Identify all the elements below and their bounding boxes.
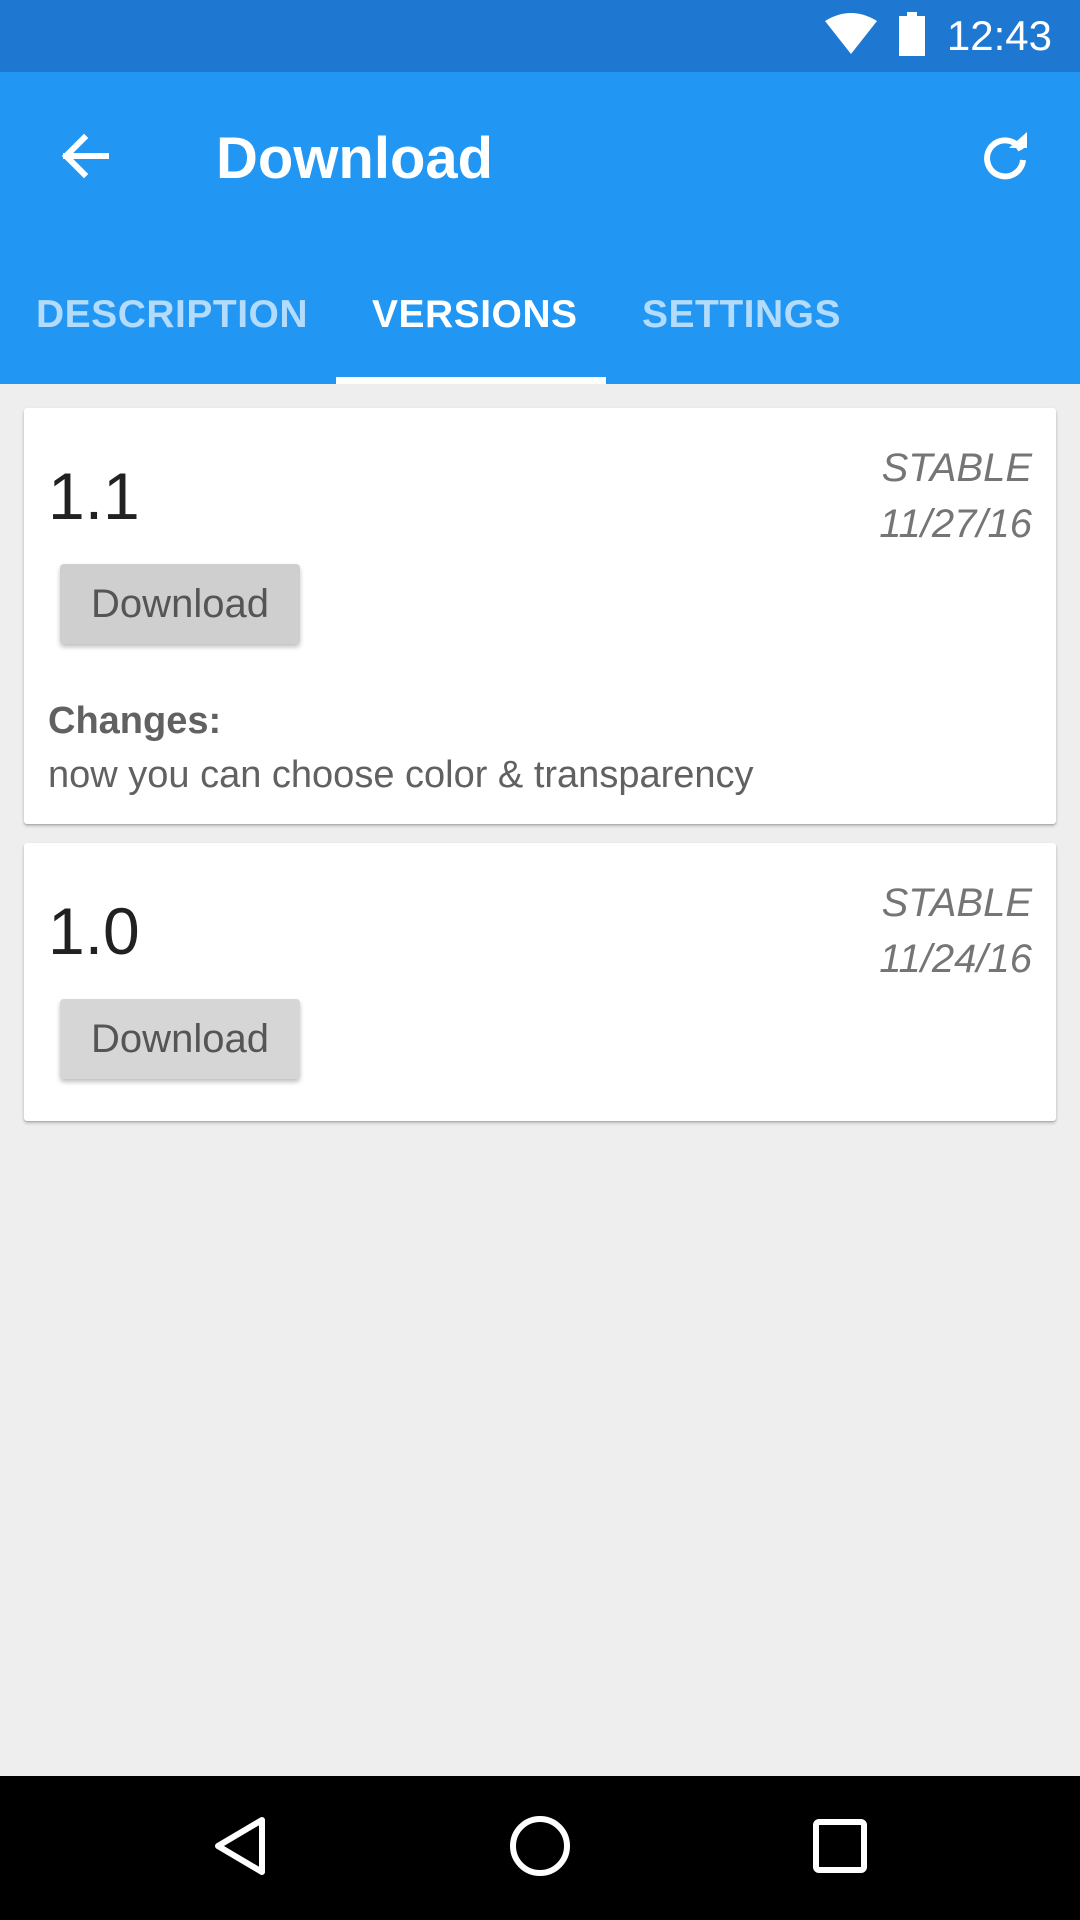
release-channel: STABLE: [881, 881, 1032, 925]
back-triangle-icon: [210, 1814, 270, 1883]
version-card: 1.1 STABLE 11/27/16 Download Changes: no…: [24, 408, 1056, 824]
nav-back-button[interactable]: [165, 1776, 315, 1920]
status-time: 12:43: [946, 12, 1052, 59]
version-meta: STABLE 11/24/16: [879, 875, 1032, 987]
release-date: 11/24/16: [879, 937, 1032, 981]
tab-label: VERSIONS: [372, 293, 578, 336]
tab-versions[interactable]: VERSIONS: [372, 280, 578, 384]
version-number: 1.0: [48, 894, 140, 968]
status-icons: 12:43: [824, 0, 1052, 72]
arrow-left-icon: [60, 131, 110, 186]
release-date: 11/27/16: [879, 502, 1032, 546]
changes-heading: Changes:: [48, 700, 222, 742]
download-button[interactable]: Download: [60, 999, 300, 1079]
download-button[interactable]: Download: [60, 564, 300, 644]
version-meta: STABLE 11/27/16: [879, 440, 1032, 552]
release-channel: STABLE: [881, 446, 1032, 490]
refresh-icon: [979, 130, 1031, 187]
changes-text: now you can choose color & transparency: [48, 754, 754, 796]
home-circle-icon: [509, 1815, 571, 1882]
refresh-button[interactable]: [972, 125, 1038, 191]
tab-label: SETTINGS: [642, 293, 842, 336]
battery-icon: [898, 11, 925, 61]
page-title: Download: [216, 126, 494, 191]
navigation-bar: [0, 1776, 1080, 1920]
version-card: 1.0 STABLE 11/24/16 Download: [24, 843, 1056, 1121]
wifi-icon: [824, 12, 877, 60]
status-bar: 12:43: [0, 0, 1080, 72]
version-number: 1.1: [48, 459, 140, 533]
recents-square-icon: [812, 1818, 868, 1879]
tab-indicator: [336, 377, 606, 384]
tab-description[interactable]: DESCRIPTION: [36, 280, 308, 384]
app-bar: Download DESCRIPTION VERSIONS SETTINGS: [0, 72, 1080, 384]
nav-recents-button[interactable]: [765, 1776, 915, 1920]
back-button[interactable]: [52, 125, 118, 191]
nav-home-button[interactable]: [465, 1776, 615, 1920]
tab-settings[interactable]: SETTINGS: [642, 280, 841, 384]
tab-label: DESCRIPTION: [36, 293, 309, 336]
